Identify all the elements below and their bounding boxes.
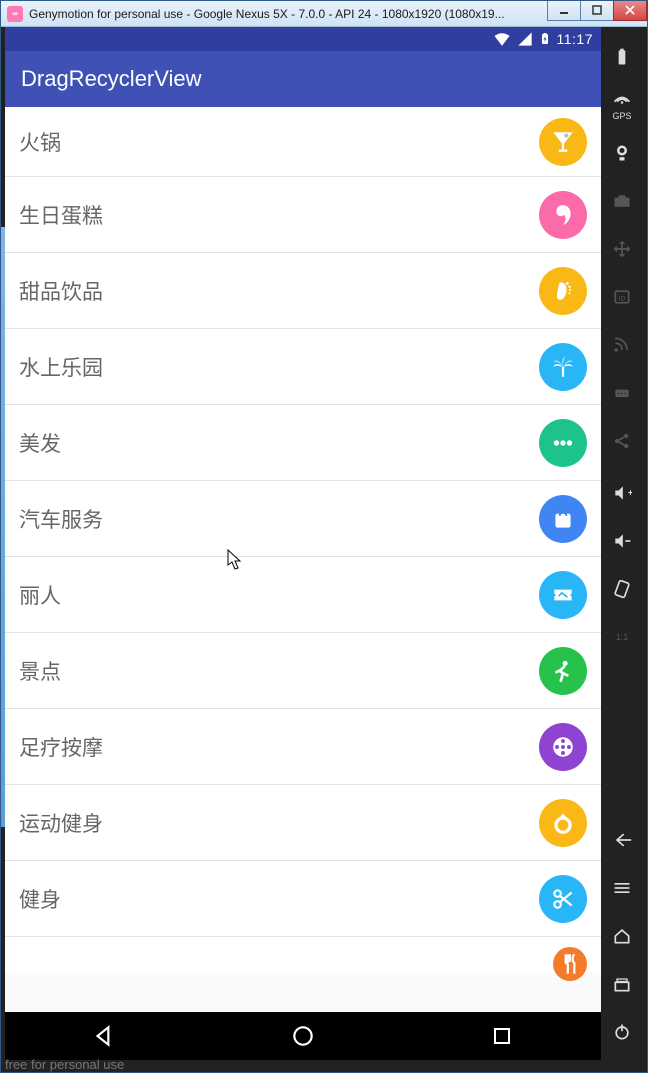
list-item[interactable]: 运动健身 [5, 785, 601, 861]
list-item[interactable]: 水上乐园 [5, 329, 601, 405]
recycler-list[interactable]: 火锅生日蛋糕甜品饮品水上乐园美发汽车服务丽人景点足疗按摩运动健身健身 [5, 107, 601, 1012]
side-battery-button[interactable] [605, 33, 639, 81]
svg-text:+: + [628, 488, 632, 498]
android-navbar [5, 1012, 601, 1060]
list-item[interactable]: 健身 [5, 861, 601, 937]
genymotion-sidebar: GPS ID + 1:1 [605, 27, 639, 1060]
footer-note: free for personal use [5, 1057, 124, 1072]
list-item[interactable]: 足疗按摩 [5, 709, 601, 785]
side-network-button[interactable] [605, 321, 639, 369]
minimize-button[interactable] [547, 1, 581, 21]
list-item-label: 足疗按摩 [19, 732, 539, 762]
list-item-label: 美发 [19, 428, 539, 458]
reel-icon[interactable] [539, 723, 587, 771]
list-item-label: 汽车服务 [19, 504, 539, 534]
list-item[interactable] [5, 937, 601, 973]
list-item-label: 景点 [19, 656, 539, 686]
side-nav-recent-button[interactable] [605, 960, 639, 1008]
close-button[interactable] [613, 1, 647, 21]
list-item[interactable]: 火锅 [5, 107, 601, 177]
list-item[interactable]: 美发 [5, 405, 601, 481]
list-item-label: 水上乐园 [19, 352, 539, 382]
list-item[interactable]: 汽车服务 [5, 481, 601, 557]
nav-recent-button[interactable] [472, 1012, 532, 1060]
list-item[interactable]: 生日蛋糕 [5, 177, 601, 253]
side-volume-up-button[interactable]: + [605, 469, 639, 517]
app-title: DragRecyclerView [21, 66, 202, 92]
side-nav-back-button[interactable] [605, 816, 639, 864]
list-item[interactable]: 景点 [5, 633, 601, 709]
list-item[interactable]: 甜品饮品 [5, 253, 601, 329]
app-icon: ∞ [7, 6, 23, 22]
wifi-icon [493, 30, 511, 48]
side-nav-menu-button[interactable] [605, 864, 639, 912]
side-camera-button[interactable] [605, 129, 639, 177]
clock: 11:17 [557, 31, 594, 47]
list-item-label: 甜品饮品 [19, 276, 539, 306]
window-frame: ∞ Genymotion for personal use - Google N… [0, 0, 648, 1073]
signal-icon [517, 31, 533, 47]
app-bar: DragRecyclerView [5, 51, 601, 107]
svg-text:ID: ID [619, 295, 626, 302]
foot-icon[interactable] [539, 267, 587, 315]
list-item-label: 运动健身 [19, 808, 539, 838]
android-statusbar: 11:17 [5, 27, 601, 51]
profile-icon[interactable] [539, 191, 587, 239]
window-title: Genymotion for personal use - Google Nex… [29, 7, 548, 21]
side-capture-button[interactable] [605, 177, 639, 225]
side-pixel-ratio-button[interactable]: 1:1 [605, 613, 639, 661]
scissor-icon[interactable] [539, 875, 587, 923]
side-nav-home-button[interactable] [605, 912, 639, 960]
list-item-label: 火锅 [19, 127, 539, 157]
cocktail-icon[interactable] [539, 118, 587, 166]
battery-charging-icon [539, 30, 551, 48]
bag-icon[interactable] [539, 495, 587, 543]
run-icon[interactable] [539, 647, 587, 695]
titlebar[interactable]: ∞ Genymotion for personal use - Google N… [1, 1, 647, 27]
side-rotate-button[interactable] [605, 565, 639, 613]
more-icon[interactable] [539, 419, 587, 467]
ticket-icon[interactable] [539, 571, 587, 619]
device-screen: 11:17 DragRecyclerView 火锅生日蛋糕甜品饮品水上乐园美发汽… [5, 27, 601, 1060]
side-share-button[interactable] [605, 417, 639, 465]
side-phone-button[interactable] [605, 369, 639, 417]
list-item-label: 健身 [19, 884, 539, 914]
side-remote-button[interactable] [605, 225, 639, 273]
ring-icon[interactable] [539, 799, 587, 847]
side-power-button[interactable] [605, 1008, 639, 1056]
fork-icon[interactable] [553, 947, 587, 981]
side-identifier-button[interactable]: ID [605, 273, 639, 321]
list-item-label: 丽人 [19, 580, 539, 610]
client-area: 11:17 DragRecyclerView 火锅生日蛋糕甜品饮品水上乐园美发汽… [1, 27, 647, 1072]
list-item[interactable]: 丽人 [5, 557, 601, 633]
maximize-button[interactable] [580, 1, 614, 21]
nav-back-button[interactable] [74, 1012, 134, 1060]
side-volume-down-button[interactable] [605, 517, 639, 565]
list-item-label: 生日蛋糕 [19, 200, 539, 230]
nav-home-button[interactable] [273, 1012, 333, 1060]
palm-icon[interactable] [539, 343, 587, 391]
side-gps-button[interactable]: GPS [605, 81, 639, 129]
window-buttons [548, 1, 647, 21]
